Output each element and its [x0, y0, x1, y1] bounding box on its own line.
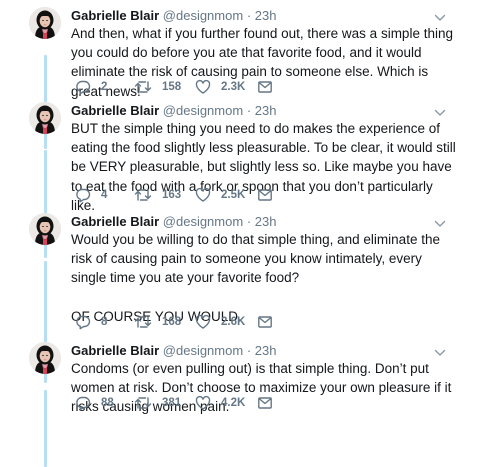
reply-count: 2 — [101, 81, 108, 93]
retweet-icon — [134, 395, 152, 411]
envelope-icon — [257, 314, 273, 330]
retweet-icon — [134, 314, 152, 330]
avatar[interactable] — [29, 102, 61, 134]
author-handle[interactable]: @designmom — [163, 214, 243, 229]
timestamp[interactable]: 23h — [255, 343, 277, 358]
reply-button[interactable]: 88 — [75, 395, 114, 411]
retweet-button[interactable]: 163 — [134, 187, 181, 203]
separator: · — [246, 343, 252, 358]
direct-message-button[interactable] — [257, 395, 273, 411]
envelope-icon — [257, 395, 273, 411]
envelope-icon — [257, 187, 273, 203]
retweet-button[interactable]: 168 — [134, 314, 181, 330]
timestamp[interactable]: 23h — [255, 103, 277, 118]
author-name[interactable]: Gabrielle Blair — [71, 8, 159, 23]
like-button[interactable]: 2.3K — [195, 79, 245, 95]
like-button[interactable]: 4.2K — [195, 395, 245, 411]
like-button[interactable]: 2.5K — [195, 187, 245, 203]
direct-message-button[interactable] — [257, 314, 273, 330]
envelope-icon — [257, 79, 273, 95]
reply-icon — [75, 79, 91, 95]
tweet-text: Would you be willing to do that simple t… — [71, 230, 456, 326]
reply-count: 88 — [101, 397, 114, 409]
author-handle[interactable]: @designmom — [163, 343, 243, 358]
like-button[interactable]: 2.6K — [195, 314, 245, 330]
like-count: 2.6K — [221, 316, 246, 328]
reply-count: 8 — [101, 316, 108, 328]
retweet-count: 163 — [162, 189, 182, 201]
like-count: 4.2K — [221, 397, 246, 409]
retweet-count: 158 — [162, 81, 182, 93]
timestamp[interactable]: 23h — [255, 214, 277, 229]
separator: · — [246, 8, 252, 23]
tweet-header: Gabrielle Blair @designmom · 23h — [71, 102, 276, 119]
author-handle[interactable]: @designmom — [163, 103, 243, 118]
author-name[interactable]: Gabrielle Blair — [71, 343, 159, 358]
reply-icon — [75, 314, 91, 330]
reply-count: 4 — [101, 189, 108, 201]
timestamp[interactable]: 23h — [255, 8, 277, 23]
retweet-button[interactable]: 381 — [134, 395, 181, 411]
heart-icon — [195, 187, 211, 203]
tweet-header: Gabrielle Blair @designmom · 23h — [71, 213, 276, 230]
heart-icon — [195, 79, 211, 95]
avatar[interactable] — [29, 342, 61, 374]
avatar[interactable] — [29, 213, 61, 245]
like-count: 2.5K — [221, 189, 246, 201]
reply-button[interactable]: 8 — [75, 314, 107, 330]
author-name[interactable]: Gabrielle Blair — [71, 103, 159, 118]
thread-line — [43, 390, 47, 467]
separator: · — [246, 103, 252, 118]
heart-icon — [195, 314, 211, 330]
author-handle[interactable]: @designmom — [163, 8, 243, 23]
retweet-icon — [134, 187, 152, 203]
reply-button[interactable]: 4 — [75, 187, 107, 203]
direct-message-button[interactable] — [257, 187, 273, 203]
retweet-icon — [134, 79, 152, 95]
retweet-count: 168 — [162, 316, 182, 328]
tweet-header: Gabrielle Blair @designmom · 23h — [71, 342, 276, 359]
author-name[interactable]: Gabrielle Blair — [71, 214, 159, 229]
retweet-count: 381 — [162, 397, 182, 409]
like-count: 2.3K — [221, 81, 246, 93]
direct-message-button[interactable] — [257, 79, 273, 95]
separator: · — [246, 214, 252, 229]
tweet-paragraph: Would you be willing to do that simple t… — [71, 232, 440, 286]
avatar[interactable] — [29, 7, 61, 39]
tweet-header: Gabrielle Blair @designmom · 23h — [71, 7, 276, 24]
reply-icon — [75, 395, 91, 411]
heart-icon — [195, 395, 211, 411]
reply-icon — [75, 187, 91, 203]
reply-button[interactable]: 2 — [75, 79, 107, 95]
retweet-button[interactable]: 158 — [134, 79, 181, 95]
